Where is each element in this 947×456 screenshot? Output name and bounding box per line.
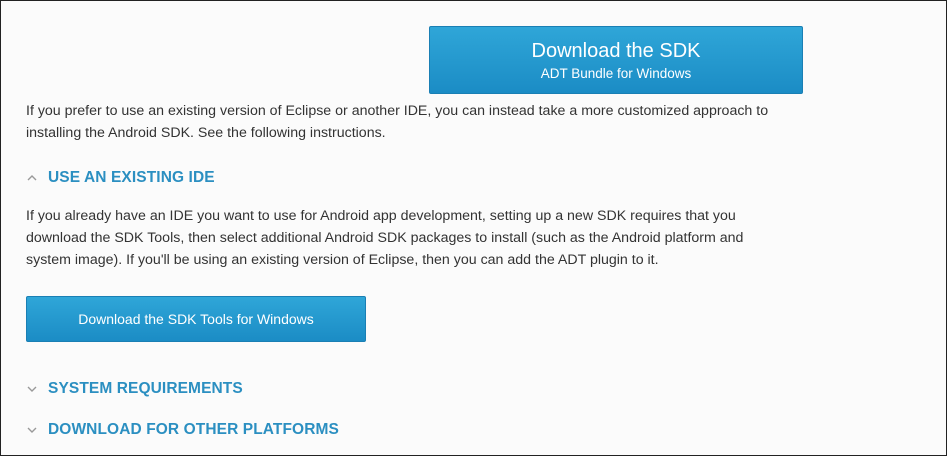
existing-ide-paragraph: If you already have an IDE you want to u… [26,205,743,271]
intro-line: installing the Android SDK. See the foll… [26,125,386,141]
existing-ide-line: system image). If you'll be using an exi… [26,252,659,268]
download-sdk-title: Download the SDK [531,40,701,62]
section-title: DOWNLOAD FOR OTHER PLATFORMS [48,421,339,438]
existing-ide-line: download the SDK Tools, then select addi… [26,230,744,246]
download-sdk-tools-button[interactable]: Download the SDK Tools for Windows [26,296,366,342]
download-sdk-button[interactable]: Download the SDK ADT Bundle for Windows [429,26,803,94]
chevron-down-icon [26,385,48,393]
section-title: USE AN EXISTING IDE [48,169,215,186]
section-title: SYSTEM REQUIREMENTS [48,380,243,397]
section-use-existing-ide[interactable]: USE AN EXISTING IDE [26,168,215,188]
chevron-down-icon [26,426,48,434]
intro-paragraph: If you prefer to use an existing version… [26,100,768,144]
section-system-requirements[interactable]: SYSTEM REQUIREMENTS [26,379,243,399]
intro-line: If you prefer to use an existing version… [26,103,769,119]
download-sdk-subtitle: ADT Bundle for Windows [540,66,692,81]
section-download-other-platforms[interactable]: DOWNLOAD FOR OTHER PLATFORMS [26,420,339,440]
existing-ide-line: If you already have an IDE you want to u… [26,208,736,224]
chevron-up-icon [26,174,48,182]
page-content: Download the SDK ADT Bundle for Windows … [0,0,947,456]
